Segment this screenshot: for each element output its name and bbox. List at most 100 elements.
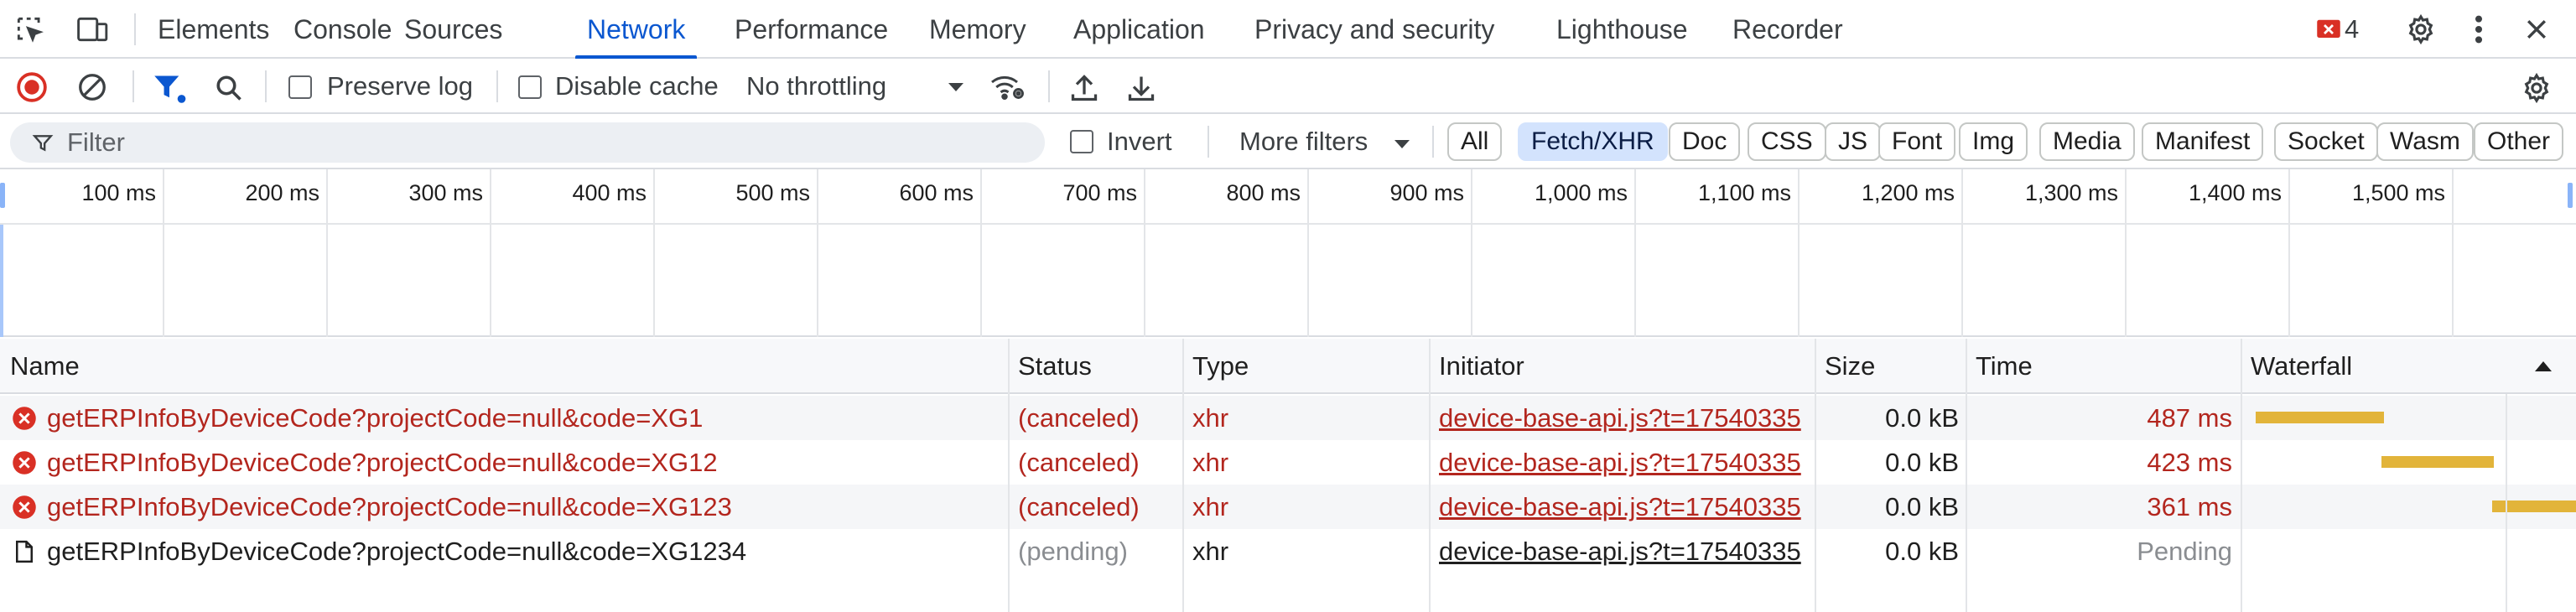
cell-time: 423 ms	[2147, 448, 2232, 477]
cell-initiator-link[interactable]: device-base-api.js?t=17540335	[1439, 440, 1811, 485]
chevron-down-icon	[948, 83, 963, 91]
network-conditions-icon[interactable]	[988, 70, 1026, 104]
device-toolbar-icon[interactable]	[74, 12, 112, 47]
column-divider[interactable]	[1008, 339, 1010, 612]
waterfall-bar[interactable]	[2381, 456, 2494, 468]
inspect-element-icon[interactable]	[12, 12, 47, 47]
overview-tick-label: 600 ms	[899, 180, 974, 205]
header-type[interactable]: Type	[1192, 339, 1249, 394]
header-waterfall[interactable]: Waterfall	[2251, 339, 2352, 394]
header-initiator[interactable]: Initiator	[1439, 339, 1524, 394]
tab-lighthouse[interactable]: Lighthouse	[1556, 0, 1688, 59]
filter-chip-all[interactable]: All	[1447, 122, 1503, 161]
toolbar-divider	[132, 70, 134, 102]
disable-cache-checkbox[interactable]	[518, 75, 542, 99]
network-settings-gear-icon[interactable]	[2519, 70, 2554, 106]
more-filters-dropdown[interactable]: More filters	[1239, 114, 1415, 169]
tab-network[interactable]: Network	[574, 0, 698, 59]
column-divider[interactable]	[1966, 339, 1967, 612]
overview-tick-label: 300 ms	[408, 180, 483, 205]
filter-chip-css[interactable]: CSS	[1748, 122, 1826, 161]
filter-chip-wasm[interactable]: Wasm	[2376, 122, 2474, 161]
overview-tick-label: 800 ms	[1226, 180, 1301, 205]
cell-initiator-link[interactable]: device-base-api.js?t=17540335	[1439, 396, 1811, 440]
issues-counter[interactable]: 4	[2316, 13, 2359, 45]
cell-name: getERPInfoByDeviceCode?projectCode=null&…	[47, 403, 704, 433]
tab-recorder[interactable]: Recorder	[1732, 0, 1843, 59]
filter-chip-img[interactable]: Img	[1959, 122, 2028, 161]
toolbar-divider	[496, 70, 498, 102]
tab-memory[interactable]: Memory	[929, 0, 1026, 59]
table-row[interactable]: getERPInfoByDeviceCode?projectCode=null&…	[0, 396, 2576, 440]
import-har-icon[interactable]	[1067, 70, 1102, 106]
preserve-log-checkbox[interactable]	[288, 75, 312, 99]
cell-status: (canceled)	[1018, 492, 1140, 521]
filter-chip-manifest[interactable]: Manifest	[2142, 122, 2264, 161]
table-row[interactable]: getERPInfoByDeviceCode?projectCode=null&…	[0, 440, 2576, 485]
cell-name: getERPInfoByDeviceCode?projectCode=null&…	[47, 448, 718, 477]
request-error-icon	[12, 406, 37, 431]
header-name[interactable]: Name	[10, 339, 80, 394]
settings-gear-icon[interactable]	[2403, 12, 2438, 47]
cell-initiator-link[interactable]: device-base-api.js?t=17540335	[1439, 529, 1811, 573]
close-devtools-icon[interactable]	[2519, 12, 2554, 47]
filter-chip-js[interactable]: JS	[1825, 122, 1882, 161]
filter-chip-doc[interactable]: Doc	[1669, 122, 1741, 161]
search-icon[interactable]	[211, 70, 247, 106]
export-har-icon[interactable]	[1124, 70, 1159, 106]
filter-chip-socket[interactable]: Socket	[2274, 122, 2378, 161]
request-document-icon	[12, 539, 37, 564]
clear-log-icon[interactable]	[75, 70, 109, 104]
header-size[interactable]: Size	[1825, 339, 1875, 394]
overview-right-handle-icon[interactable]	[2568, 183, 2573, 208]
sort-ascending-icon[interactable]	[2534, 360, 2553, 372]
network-request-table: Name Status Type Initiator Size Time Wat…	[0, 339, 2576, 612]
filter-input-box[interactable]: Filter	[10, 122, 1045, 163]
more-options-icon[interactable]	[2464, 12, 2494, 47]
overview-left-handle-icon[interactable]	[0, 183, 5, 208]
waterfall-bar[interactable]	[2255, 412, 2385, 423]
cell-size: 0.0 kB	[1885, 448, 1959, 477]
cell-initiator-link[interactable]: device-base-api.js?t=17540335	[1439, 485, 1811, 529]
timeline-overview[interactable]: 100 ms 200 ms 300 ms 400 ms 500 ms 600 ms 700 …	[0, 169, 2576, 337]
invert-checkbox[interactable]	[1070, 130, 1093, 153]
tab-console[interactable]: Console	[293, 0, 392, 59]
overview-selection-left-edge[interactable]	[0, 225, 3, 337]
filter-chip-media[interactable]: Media	[2039, 122, 2135, 161]
column-divider[interactable]	[2241, 339, 2242, 612]
tab-performance[interactable]: Performance	[735, 0, 888, 59]
tab-elements[interactable]: Elements	[158, 0, 269, 59]
filter-chip-font[interactable]: Font	[1878, 122, 1956, 161]
overview-grid-line	[2288, 169, 2290, 337]
overview-grid-line	[163, 169, 164, 337]
tab-sources[interactable]: Sources	[404, 0, 502, 59]
filter-chip-other[interactable]: Other	[2474, 122, 2564, 161]
tab-application[interactable]: Application	[1073, 0, 1205, 59]
toolbar-divider	[1432, 126, 1434, 158]
column-divider[interactable]	[1182, 339, 1184, 612]
cell-type: xhr	[1192, 492, 1229, 521]
throttling-select[interactable]: No throttling	[746, 59, 968, 114]
overview-grid-line	[817, 169, 818, 337]
table-row[interactable]: getERPInfoByDeviceCode?projectCode=null&…	[0, 485, 2576, 529]
table-row[interactable]: getERPInfoByDeviceCode?projectCode=null&…	[0, 529, 2576, 573]
overview-grid-line	[1634, 169, 1636, 337]
cell-time: Pending	[2137, 537, 2232, 566]
overview-tick-label: 1,100 ms	[1697, 180, 1791, 205]
header-status[interactable]: Status	[1018, 339, 1092, 394]
invert-label: Invert	[1107, 127, 1172, 156]
overview-grid-line	[1471, 169, 1472, 337]
overview-tick-label: 1,400 ms	[2188, 180, 2282, 205]
column-divider[interactable]	[1815, 339, 1816, 612]
filter-funnel-icon[interactable]	[151, 70, 188, 106]
overview-tick-label: 1,000 ms	[1534, 180, 1628, 205]
request-error-icon	[12, 450, 37, 475]
filter-chip-fetch-xhr[interactable]: Fetch/XHR	[1518, 122, 1668, 161]
column-divider[interactable]	[1429, 339, 1431, 612]
stop-recording-icon[interactable]	[15, 70, 49, 104]
toolbar-divider	[134, 13, 136, 45]
tab-privacy-and-security[interactable]: Privacy and security	[1254, 0, 1494, 59]
header-time[interactable]: Time	[1976, 339, 2033, 394]
cell-status: (canceled)	[1018, 403, 1140, 433]
cell-type: xhr	[1192, 537, 1229, 566]
